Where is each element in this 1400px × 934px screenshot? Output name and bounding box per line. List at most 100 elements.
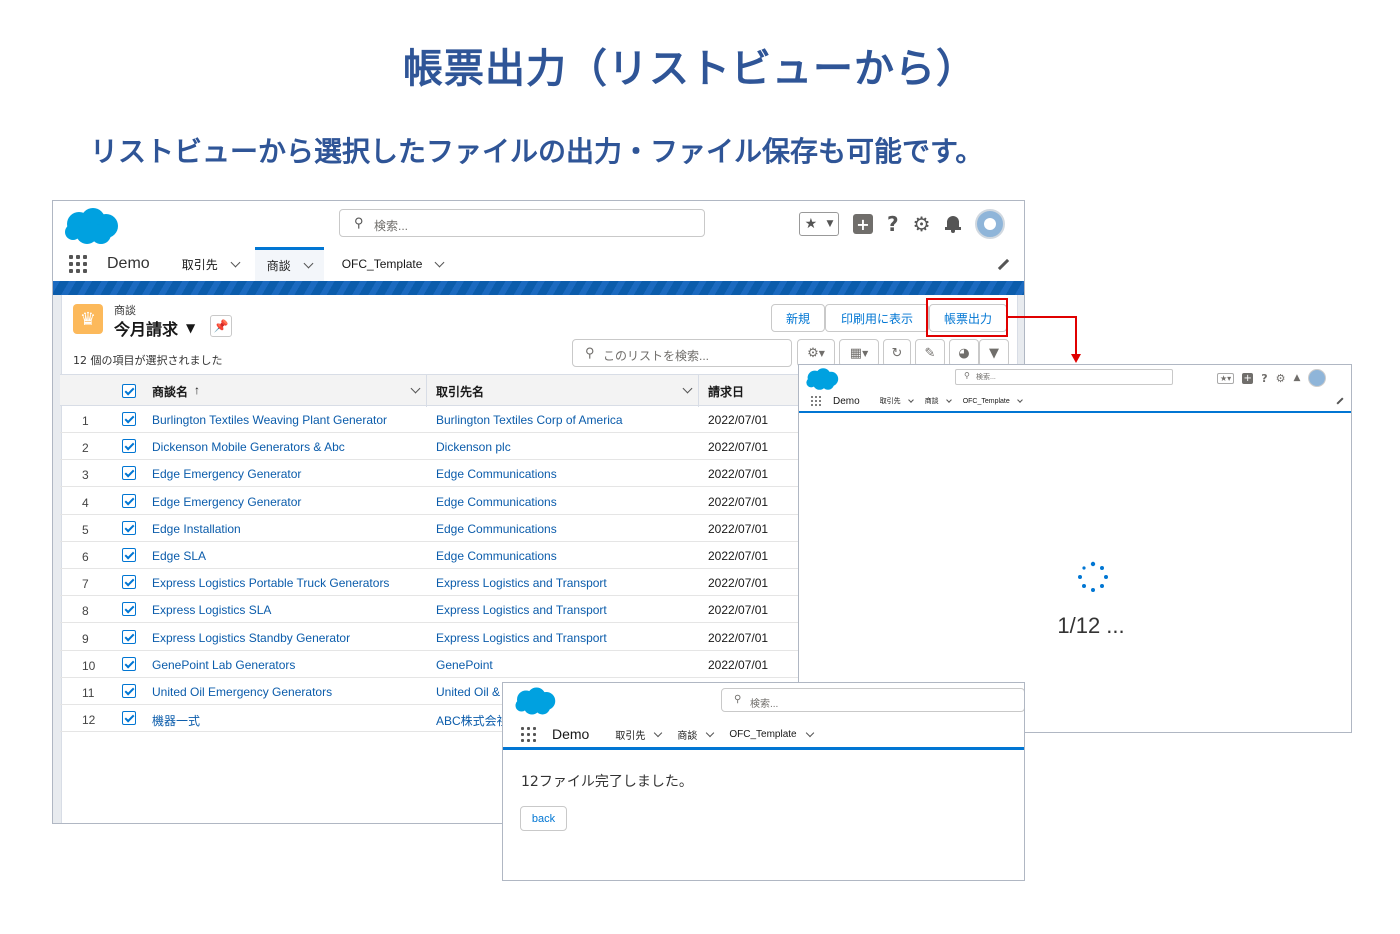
row-number: 3 xyxy=(82,468,89,483)
chart-pie-icon[interactable]: ◕ xyxy=(949,339,979,367)
nav-tab-accounts[interactable]: 取引先 xyxy=(182,256,241,273)
chevron-down-icon[interactable] xyxy=(706,728,715,737)
column-header-billing-date[interactable]: 請求日 xyxy=(708,383,744,400)
chevron-down-icon[interactable] xyxy=(434,257,445,267)
chevron-down-icon[interactable] xyxy=(945,397,952,403)
filter-icon[interactable]: ▼ xyxy=(979,339,1009,367)
list-settings-gear-icon[interactable]: ⚙ ▼ xyxy=(797,339,835,367)
account-name-link[interactable]: Edge Communications xyxy=(436,549,557,563)
setup-gear-icon[interactable]: ⚙ xyxy=(913,212,931,236)
account-name-link[interactable]: Burlington Textiles Corp of America xyxy=(436,413,623,427)
account-name-link[interactable]: Edge Communications xyxy=(436,522,557,536)
global-search-input[interactable]: ⚲ 検索... xyxy=(339,209,705,237)
nav-tab-opportunities[interactable]: 商談 xyxy=(677,727,715,742)
select-all-checkbox[interactable] xyxy=(122,384,136,398)
nav-tab-opportunities[interactable]: 商談 xyxy=(254,247,324,281)
row-checkbox[interactable] xyxy=(122,493,136,508)
row-checkbox[interactable] xyxy=(122,412,136,426)
app-launcher-icon[interactable] xyxy=(69,255,87,273)
add-icon[interactable]: + xyxy=(853,214,873,234)
global-search-input[interactable]: ⚲ 検索... xyxy=(955,369,1173,385)
salesforce-logo-icon[interactable] xyxy=(63,206,119,246)
global-search-input[interactable]: ⚲ 検索... xyxy=(721,688,1024,712)
opportunity-name-link[interactable]: Burlington Textiles Weaving Plant Genera… xyxy=(152,413,387,427)
setup-gear-icon[interactable]: ⚙ xyxy=(1276,372,1286,385)
row-checkbox[interactable] xyxy=(122,602,136,617)
chevron-down-icon[interactable] xyxy=(230,257,241,267)
chevron-down-icon[interactable] xyxy=(805,728,814,737)
nav-tab-ofc-template[interactable]: OFC_Template xyxy=(729,728,814,740)
row-checkbox[interactable] xyxy=(122,575,136,590)
row-number: 5 xyxy=(82,522,89,537)
chevron-down-icon[interactable] xyxy=(682,383,693,394)
opportunity-name-link[interactable]: GenePoint Lab Generators xyxy=(152,658,295,672)
list-view-selector[interactable]: 今月請求 ▼ xyxy=(114,316,195,340)
salesforce-logo-icon[interactable] xyxy=(805,367,839,391)
user-avatar[interactable] xyxy=(1308,369,1327,387)
opportunity-name-link[interactable]: Dickenson Mobile Generators & Abc xyxy=(152,440,345,454)
account-name-link[interactable]: Edge Communications xyxy=(436,495,557,509)
account-name-link[interactable]: Express Logistics and Transport xyxy=(436,576,607,590)
row-checkbox[interactable] xyxy=(122,711,136,726)
edit-nav-pencil-icon[interactable] xyxy=(997,258,1010,271)
row-checkbox[interactable] xyxy=(122,656,136,671)
edit-pencil-icon[interactable]: ✎ xyxy=(915,339,945,367)
notifications-bell-icon[interactable]: ▲ xyxy=(1293,373,1300,383)
opportunity-name-link[interactable]: Express Logistics Standby Generator xyxy=(152,631,350,645)
chevron-down-icon[interactable] xyxy=(410,383,421,394)
chevron-down-icon[interactable] xyxy=(1016,397,1023,403)
row-checkbox[interactable] xyxy=(122,466,136,481)
account-name-link[interactable]: Express Logistics and Transport xyxy=(436,603,607,617)
opportunity-name-link[interactable]: Edge Emergency Generator xyxy=(152,495,301,509)
opportunity-name-link[interactable]: Edge Installation xyxy=(152,522,241,536)
row-checkbox[interactable] xyxy=(122,439,136,454)
nav-tab-ofc-template[interactable]: OFC_Template xyxy=(963,397,1023,405)
opportunity-name-link[interactable]: 機器一式 xyxy=(152,712,200,729)
favorites-icon[interactable]: ★▾ xyxy=(1217,372,1235,384)
opportunity-name-link[interactable]: Express Logistics Portable Truck Generat… xyxy=(152,576,389,590)
help-icon[interactable]: ? xyxy=(1261,372,1267,385)
back-button[interactable]: back xyxy=(520,806,567,831)
row-checkbox[interactable] xyxy=(122,629,136,644)
pin-icon[interactable]: 📌 xyxy=(210,315,232,337)
favorites-icon[interactable]: ★ ▼ xyxy=(799,212,839,236)
nav-tab-ofc-template[interactable]: OFC_Template xyxy=(342,257,445,271)
app-launcher-icon[interactable] xyxy=(521,726,536,742)
opportunity-name-link[interactable]: Edge SLA xyxy=(152,549,206,563)
row-checkbox[interactable] xyxy=(122,520,136,535)
nav-tab-accounts[interactable]: 取引先 xyxy=(880,396,914,406)
opportunity-name-link[interactable]: United Oil Emergency Generators xyxy=(152,685,332,699)
account-name-link[interactable]: Edge Communications xyxy=(436,467,557,481)
account-name-link[interactable]: GenePoint xyxy=(436,658,493,672)
chevron-down-icon[interactable] xyxy=(303,258,314,269)
app-launcher-icon[interactable] xyxy=(811,396,821,406)
column-header-account-name[interactable]: 取引先名 xyxy=(436,383,484,400)
nav-tab-opportunities[interactable]: 商談 xyxy=(925,396,952,406)
new-button[interactable]: 新規 xyxy=(771,304,825,332)
add-icon[interactable]: + xyxy=(1242,372,1254,384)
selection-status: 12 個の項目が選択されました xyxy=(73,354,223,367)
opportunity-name-link[interactable]: Express Logistics SLA xyxy=(152,603,271,617)
row-checkbox[interactable] xyxy=(122,548,136,562)
chevron-down-icon[interactable] xyxy=(654,728,663,737)
account-name-link[interactable]: United Oil & xyxy=(436,685,500,699)
billing-date: 2022/07/01 xyxy=(708,521,769,536)
refresh-icon[interactable]: ↻ xyxy=(883,339,911,367)
nav-tab-accounts[interactable]: 取引先 xyxy=(615,727,663,742)
print-view-button[interactable]: 印刷用に表示 xyxy=(825,304,929,332)
opportunity-name-link[interactable]: Edge Emergency Generator xyxy=(152,467,301,481)
notifications-bell-icon[interactable] xyxy=(944,215,961,233)
row-checkbox[interactable] xyxy=(122,684,136,698)
display-as-table-icon[interactable]: ▦ ▼ xyxy=(839,339,879,367)
help-icon[interactable]: ? xyxy=(887,212,899,236)
user-avatar[interactable] xyxy=(974,209,1005,239)
list-search-input[interactable]: ⚲ このリストを検索... xyxy=(572,339,792,367)
edit-nav-pencil-icon[interactable] xyxy=(1336,397,1344,405)
account-name-link[interactable]: ABC株式会社 xyxy=(436,712,509,729)
account-name-link[interactable]: Dickenson plc xyxy=(436,440,511,454)
account-name-link[interactable]: Express Logistics and Transport xyxy=(436,631,607,645)
chevron-down-icon[interactable] xyxy=(907,397,914,403)
column-header-opportunity-name[interactable]: 商談名 ↑ xyxy=(152,383,200,400)
row-number: 9 xyxy=(82,631,89,646)
salesforce-logo-icon[interactable] xyxy=(513,686,557,716)
